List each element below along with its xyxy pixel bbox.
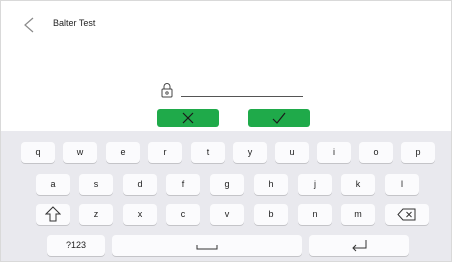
- key-v[interactable]: v: [210, 204, 244, 225]
- key-n[interactable]: n: [298, 204, 332, 225]
- key-m[interactable]: m: [341, 204, 375, 225]
- key-y[interactable]: y: [233, 142, 267, 163]
- key-r[interactable]: r: [148, 142, 182, 163]
- key-e[interactable]: e: [106, 142, 140, 163]
- key-h[interactable]: h: [254, 174, 288, 195]
- enter-icon: [352, 240, 367, 252]
- key-z[interactable]: z: [79, 204, 113, 225]
- padlock-icon: [159, 82, 175, 98]
- key-l[interactable]: l: [385, 174, 419, 195]
- x-icon: [182, 112, 194, 124]
- cancel-button[interactable]: [157, 109, 219, 127]
- pin-input[interactable]: [181, 86, 303, 97]
- key-b[interactable]: b: [254, 204, 288, 225]
- key-t[interactable]: t: [191, 142, 225, 163]
- key-c[interactable]: c: [166, 204, 200, 225]
- shift-icon: [45, 206, 61, 222]
- key-g[interactable]: g: [210, 174, 244, 195]
- key-p[interactable]: p: [401, 142, 435, 163]
- key-o[interactable]: o: [359, 142, 393, 163]
- key-w[interactable]: w: [63, 142, 97, 163]
- key-d[interactable]: d: [123, 174, 157, 195]
- checkmark-icon: [272, 112, 286, 124]
- key-q[interactable]: q: [21, 142, 55, 163]
- back-button[interactable]: [21, 15, 39, 35]
- confirm-button[interactable]: [248, 109, 310, 127]
- numbers-mode-key[interactable]: ?123: [47, 235, 105, 256]
- on-screen-keyboard: q w e r t y u i o p a s d f g h j k l z …: [1, 131, 451, 261]
- app-window: Balter Test q w e r t y u i o p a s d f …: [0, 0, 452, 262]
- key-s[interactable]: s: [79, 174, 113, 195]
- space-key[interactable]: [112, 235, 302, 256]
- page-title: Balter Test: [53, 18, 96, 28]
- key-k[interactable]: k: [341, 174, 375, 195]
- key-f[interactable]: f: [166, 174, 200, 195]
- backspace-icon: [397, 208, 416, 221]
- key-j[interactable]: j: [298, 174, 332, 195]
- space-bar-icon: [196, 245, 218, 250]
- key-x[interactable]: x: [123, 204, 157, 225]
- enter-key[interactable]: [309, 235, 409, 256]
- key-a[interactable]: a: [36, 174, 70, 195]
- key-u[interactable]: u: [275, 142, 309, 163]
- pin-row: [159, 82, 305, 98]
- chevron-left-icon: [24, 17, 34, 33]
- backspace-key[interactable]: [385, 204, 429, 225]
- key-i[interactable]: i: [317, 142, 351, 163]
- shift-key[interactable]: [36, 204, 70, 225]
